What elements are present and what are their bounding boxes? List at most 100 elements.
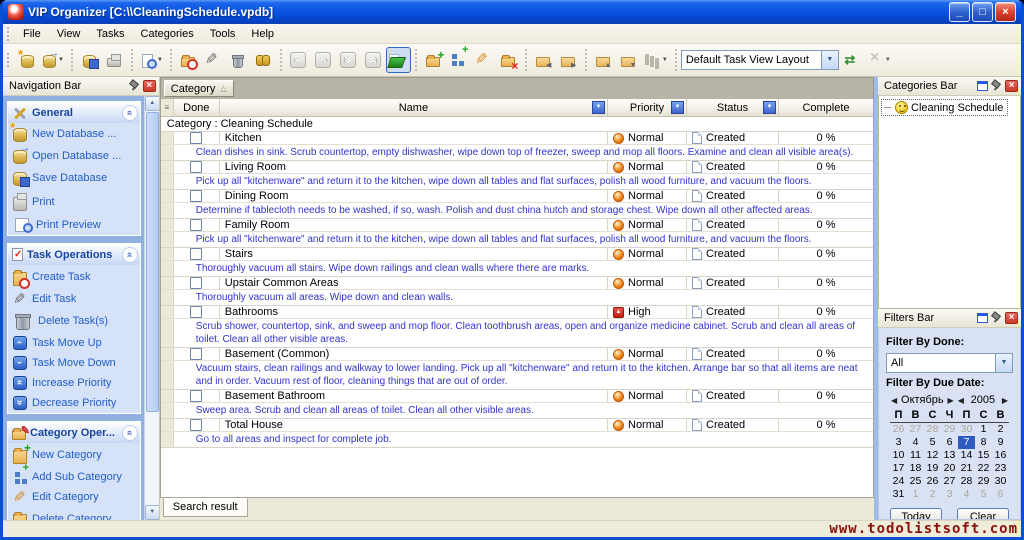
calendar-day[interactable]: 29 [975, 475, 992, 488]
table-row[interactable]: Dining RoomNormalCreated0 % [161, 190, 873, 203]
calendar-day[interactable]: 27 [907, 423, 924, 436]
calendar-day[interactable]: 19 [924, 462, 941, 475]
nav-section-header[interactable]: General [8, 102, 140, 123]
calendar-day[interactable]: 4 [907, 436, 924, 449]
dropdown-arrow-icon[interactable] [821, 51, 838, 69]
print-preview-button[interactable]: ▼ [137, 47, 166, 73]
calendar-day[interactable]: 17 [890, 462, 907, 475]
sort-button[interactable]: ▼ [641, 47, 671, 73]
close-icon[interactable]: × [143, 80, 156, 92]
calendar-day[interactable]: 3 [890, 436, 907, 449]
category-item-cleaning-schedule[interactable]: Cleaning Schedule [881, 99, 1008, 116]
done-checkbox[interactable] [190, 219, 202, 231]
task-name-cell[interactable]: Bathrooms [220, 306, 608, 318]
next-month-icon[interactable]: ▶ [946, 396, 956, 405]
calendar-day[interactable]: 30 [958, 423, 975, 436]
column-header-priority[interactable]: Priority [608, 99, 687, 116]
nav-item-create-task[interactable]: Create Task [8, 265, 140, 289]
done-checkbox[interactable] [190, 161, 202, 173]
restore-icon[interactable] [977, 81, 988, 91]
clear-button[interactable]: Clear [957, 508, 1009, 520]
table-row[interactable]: BathroomsHighCreated0 % [161, 306, 873, 319]
table-row[interactable]: Family RoomNormalCreated0 % [161, 219, 873, 232]
calendar-day[interactable]: 18 [907, 462, 924, 475]
calendar-day[interactable]: 6 [992, 488, 1009, 501]
dropdown-arrow-icon[interactable]: ▼ [157, 57, 163, 63]
new-category-button[interactable] [421, 47, 446, 73]
collapse-section-icon[interactable] [122, 425, 138, 441]
column-chooser[interactable]: ≡ [161, 99, 174, 116]
dropdown-arrow-icon[interactable] [995, 354, 1012, 372]
task-name-cell[interactable]: Dining Room [220, 190, 608, 202]
layout-combo[interactable]: Default Task View Layout [681, 50, 839, 70]
task-name-cell[interactable]: Stairs [220, 248, 608, 260]
nav-item-delete-task-s-[interactable]: Delete Task(s) [8, 309, 140, 333]
column-header-done[interactable]: Done [174, 99, 220, 116]
scrollbar-thumb[interactable] [146, 112, 159, 412]
nav-item-print-preview[interactable]: Print Preview [8, 214, 140, 235]
done-checkbox[interactable] [190, 306, 202, 318]
close-icon[interactable]: × [1005, 312, 1018, 324]
nav-item-decrease-priority[interactable]: Decrease Priority [8, 393, 140, 413]
priority-filter-button[interactable] [671, 101, 684, 114]
calendar-day[interactable]: 7 [958, 436, 975, 449]
print-button[interactable] [102, 47, 127, 73]
pin-icon[interactable] [129, 80, 140, 92]
restore-icon[interactable] [977, 313, 988, 323]
done-checkbox[interactable] [190, 348, 202, 360]
done-checkbox[interactable] [190, 419, 202, 431]
calendar-day[interactable]: 5 [975, 488, 992, 501]
nav-item-task-move-up[interactable]: Task Move Up [8, 333, 140, 353]
nav-item-print[interactable]: Print [8, 189, 140, 214]
calendar-day[interactable]: 16 [992, 449, 1009, 462]
calendar-day[interactable]: 21 [958, 462, 975, 475]
table-row[interactable]: KitchenNormalCreated0 % [161, 132, 873, 145]
status-filter-button[interactable] [763, 101, 776, 114]
calendar-day[interactable]: 25 [907, 475, 924, 488]
calendar-day[interactable]: 24 [890, 475, 907, 488]
task-name-cell[interactable]: Kitchen [220, 132, 608, 144]
table-row[interactable]: Upstair Common AreasNormalCreated0 % [161, 277, 873, 290]
nav-item-open-database-[interactable]: Open Database ... [8, 145, 140, 167]
close-icon[interactable]: × [1005, 80, 1018, 92]
dropdown-arrow-icon[interactable]: ▼ [662, 57, 668, 63]
calendar-day[interactable]: 4 [958, 488, 975, 501]
table-row[interactable]: Living RoomNormalCreated0 % [161, 161, 873, 174]
collapse-section-icon[interactable] [122, 247, 138, 263]
done-checkbox[interactable] [190, 190, 202, 202]
calendar-day[interactable]: 1 [975, 423, 992, 436]
collapse-section-icon[interactable] [122, 105, 138, 121]
maximize-button[interactable]: □ [972, 2, 993, 22]
nav-item-new-database-[interactable]: New Database ... [8, 123, 140, 145]
column-header-complete[interactable]: Complete [779, 99, 873, 116]
table-row[interactable]: Total HouseNormalCreated0 % [161, 419, 873, 432]
calendar-day[interactable]: 14 [958, 449, 975, 462]
nav-section-header[interactable]: Task Operations [8, 244, 140, 265]
calendar-day[interactable]: 26 [924, 475, 941, 488]
calendar-day[interactable]: 20 [941, 462, 958, 475]
calendar-day[interactable]: 2 [924, 488, 941, 501]
prev-year-icon[interactable]: ◀ [956, 396, 966, 405]
nav-section-header[interactable]: Category Oper... [8, 422, 140, 443]
calendar-day[interactable]: 9 [992, 436, 1009, 449]
nav-item-increase-priority[interactable]: Increase Priority [8, 373, 140, 393]
new-database-button[interactable] [15, 47, 40, 73]
done-checkbox[interactable] [190, 390, 202, 402]
nav-item-edit-task[interactable]: Edit Task [8, 289, 140, 309]
table-row[interactable]: Basement (Common)NormalCreated0 % [161, 348, 873, 361]
task-name-cell[interactable]: Basement (Common) [220, 348, 608, 360]
calendar-day[interactable]: 10 [890, 449, 907, 462]
calendar-day[interactable]: 5 [924, 436, 941, 449]
calendar-day[interactable]: 27 [941, 475, 958, 488]
scroll-down-icon[interactable]: ▼ [145, 505, 159, 520]
calendar-day[interactable]: 13 [941, 449, 958, 462]
menu-file[interactable]: File [15, 26, 49, 42]
group-row[interactable]: Category : Cleaning Schedule [161, 117, 873, 132]
calendar-day[interactable]: 1 [907, 488, 924, 501]
nav-item-add-sub-category[interactable]: Add Sub Category [8, 467, 140, 487]
delete-category-button[interactable] [496, 47, 521, 73]
save-database-button[interactable] [77, 47, 102, 73]
scroll-up-icon[interactable]: ▲ [145, 96, 159, 111]
menu-categories[interactable]: Categories [133, 26, 202, 42]
pin-icon[interactable] [991, 312, 1002, 324]
